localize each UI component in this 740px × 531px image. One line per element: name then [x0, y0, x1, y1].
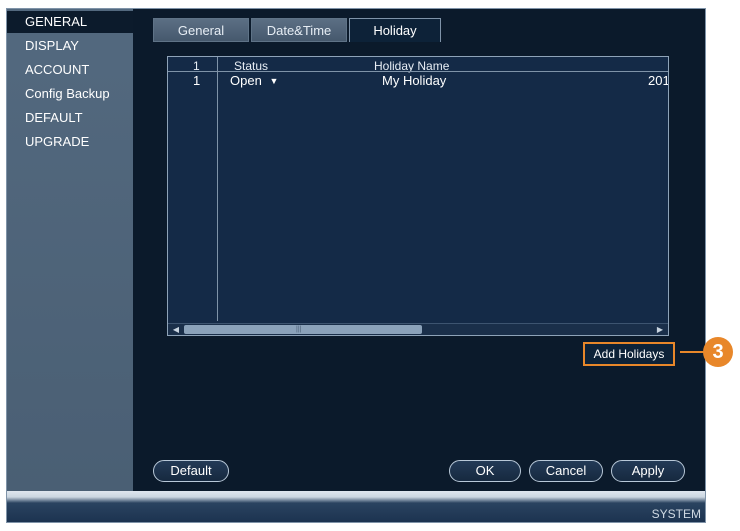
- scroll-left-icon[interactable]: ◀: [170, 325, 182, 334]
- tab-general[interactable]: General: [153, 18, 249, 42]
- sidebar: GENERAL DISPLAY ACCOUNT Config Backup DE…: [7, 9, 133, 491]
- settings-window: GENERAL DISPLAY ACCOUNT Config Backup DE…: [6, 8, 706, 523]
- ok-button[interactable]: OK: [449, 460, 521, 482]
- row-date: 201: [648, 73, 669, 88]
- scrollbar-thumb[interactable]: |||: [184, 325, 422, 334]
- cancel-button[interactable]: Cancel: [529, 460, 603, 482]
- add-holidays-button[interactable]: Add Holidays: [583, 342, 675, 366]
- system-label: SYSTEM: [651, 507, 701, 521]
- sidebar-item-upgrade[interactable]: UPGRADE: [7, 131, 133, 153]
- main-panel: General Date&Time Holiday 1 Status Holid…: [133, 9, 705, 491]
- sidebar-item-general[interactable]: GENERAL: [7, 11, 133, 33]
- status-bar: SYSTEM: [7, 491, 705, 522]
- row-status-select[interactable]: Open ▼: [230, 73, 278, 88]
- row-holiday-name: My Holiday: [382, 73, 447, 88]
- tab-holiday[interactable]: Holiday: [349, 18, 441, 42]
- default-button[interactable]: Default: [153, 460, 229, 482]
- step-callout-badge: 3: [703, 337, 733, 367]
- horizontal-scrollbar[interactable]: ◀ ||| ▶: [168, 323, 668, 335]
- header-divider: [168, 71, 668, 72]
- column-divider: [217, 57, 218, 321]
- sidebar-item-default[interactable]: DEFAULT: [7, 107, 133, 129]
- row-status-value: Open: [230, 73, 262, 88]
- sidebar-item-display[interactable]: DISPLAY: [7, 35, 133, 57]
- tab-date-time[interactable]: Date&Time: [251, 18, 347, 42]
- grip-icon: |||: [296, 326, 302, 333]
- apply-button[interactable]: Apply: [611, 460, 685, 482]
- chevron-down-icon: ▼: [269, 76, 279, 86]
- row-index: 1: [193, 73, 201, 88]
- scroll-right-icon[interactable]: ▶: [654, 325, 666, 334]
- holiday-table: 1 Status Holiday Name 1 Open ▼ My Holida…: [167, 56, 669, 336]
- sidebar-item-config-backup[interactable]: Config Backup: [7, 83, 133, 105]
- sidebar-item-account[interactable]: ACCOUNT: [7, 59, 133, 81]
